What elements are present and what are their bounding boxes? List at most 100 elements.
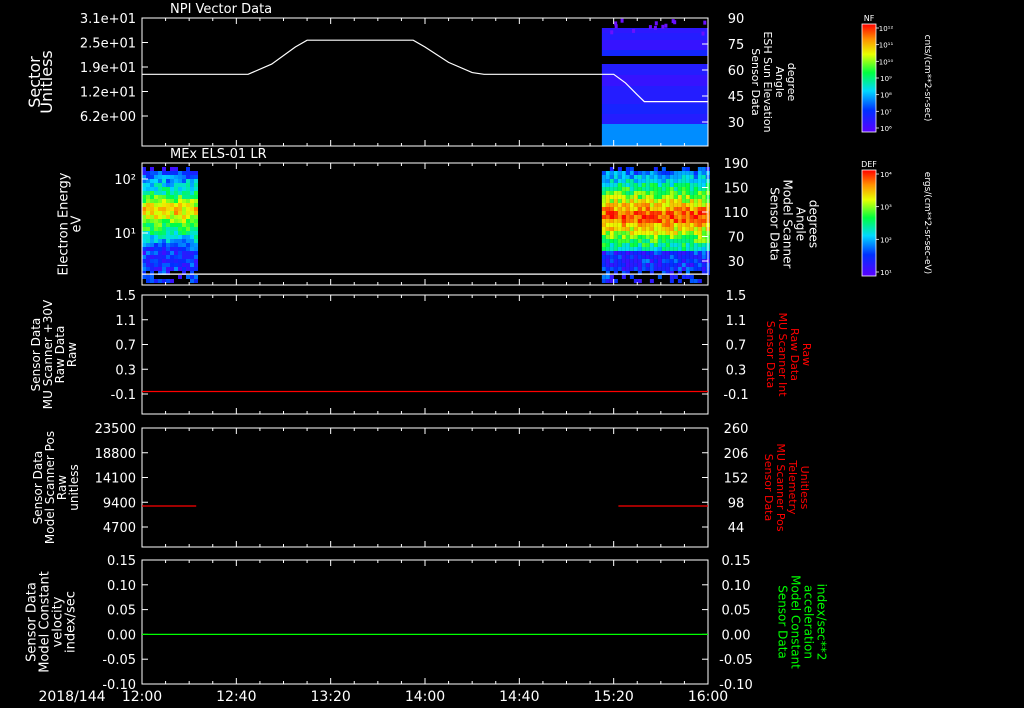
spectrogram-cell — [653, 263, 658, 267]
spectrogram-cell — [174, 211, 178, 215]
spectrogram-cell — [697, 167, 702, 171]
spectrogram-cell — [625, 227, 630, 231]
spectrogram-cell — [701, 31, 705, 36]
spectrogram-cell — [605, 191, 610, 195]
spectrogram-cell — [613, 243, 618, 247]
spectrogram-cell — [154, 243, 158, 247]
spectrogram-cell — [194, 263, 198, 267]
spectrogram-cell — [693, 223, 698, 227]
spectrogram-cell — [629, 255, 634, 259]
spectrogram-cell — [677, 203, 682, 207]
colorbar-tick-label: 10⁶ — [880, 125, 892, 133]
y-axis-label-right: Angle — [794, 207, 808, 241]
spectrogram-cell — [182, 231, 186, 235]
spectrogram-cell — [182, 183, 186, 187]
spectrogram-cell — [613, 263, 618, 267]
spectrogram-cell — [693, 171, 698, 175]
spectrogram-cell — [649, 247, 654, 251]
spectrogram-cell — [657, 215, 662, 219]
spectrogram-cell — [617, 243, 622, 247]
spectrogram-cell — [158, 207, 162, 211]
spectrogram-cell — [637, 215, 642, 219]
spectrogram-cell — [641, 191, 646, 195]
spectrogram-cell — [673, 235, 678, 239]
spectrogram-cell — [174, 259, 178, 263]
spectrogram-band — [601, 114, 708, 124]
spectrogram-cell — [645, 267, 650, 271]
spectrogram-cell — [150, 267, 154, 271]
spectrogram-cell — [162, 231, 166, 235]
spectrogram-cell — [657, 231, 662, 235]
y-tick-label-left: -0.05 — [102, 653, 136, 668]
y-tick-label-left: 4700 — [103, 521, 136, 536]
y-tick-label-right: 1.1 — [726, 314, 747, 329]
spectrogram-cell — [669, 199, 674, 203]
spectrogram-cell — [621, 203, 626, 207]
spectrogram-cell — [689, 227, 694, 231]
spectrogram-cell — [657, 247, 662, 251]
spectrogram-cell — [166, 239, 170, 243]
spectrogram-cell — [617, 263, 622, 267]
spectrogram-cell — [685, 191, 690, 195]
y-axis-label-left: unitless — [67, 464, 81, 510]
spectrogram-cell — [689, 195, 694, 199]
spectrogram-cell — [605, 231, 610, 235]
spectrogram-cell — [146, 195, 150, 199]
spectrogram-cell — [613, 211, 618, 215]
y-tick-label-left: 18800 — [95, 447, 136, 462]
y-tick-label-left: 0.15 — [107, 554, 136, 569]
spectrogram-cell — [605, 211, 610, 215]
spectrogram-cell — [174, 195, 178, 199]
spectrogram-cell — [649, 203, 654, 207]
spectrogram-cell — [601, 175, 606, 179]
y-tick-label-left: 10¹ — [114, 227, 136, 242]
spectrogram-cell — [701, 199, 706, 203]
spectrogram-cell — [701, 267, 706, 271]
spectrogram-cell — [186, 247, 190, 251]
spectrogram-cell — [142, 195, 146, 199]
spectrogram-cell — [681, 195, 686, 199]
spectrogram-cell — [162, 207, 166, 211]
spectrogram-cell — [701, 171, 706, 175]
spectrogram-cell — [142, 171, 146, 175]
spectrogram-cell — [693, 191, 698, 195]
spectrogram-cell — [653, 251, 658, 255]
y-axis-label-right: MU Scanner Pos — [774, 443, 787, 532]
spectrogram-cell — [142, 259, 146, 263]
spectrogram-cell — [170, 167, 174, 171]
spectrogram-cell — [186, 235, 190, 239]
spectrogram-cell — [170, 195, 174, 199]
spectrogram-cell — [158, 195, 162, 199]
spectrogram-cell — [617, 191, 622, 195]
spectrogram-cell — [665, 187, 670, 191]
spectrogram-cell — [182, 259, 186, 263]
y-axis-label-right: Raw Data — [788, 328, 801, 381]
colorbar — [862, 170, 876, 276]
spectrogram-cell — [649, 211, 654, 215]
spectrogram-cell — [194, 215, 198, 219]
spectrogram-cell — [677, 231, 682, 235]
spectrogram-cell — [645, 239, 650, 243]
spectrogram-cell — [633, 263, 638, 267]
spectrogram-cell — [174, 171, 178, 175]
spectrogram-cell — [170, 267, 174, 271]
spectrogram-cell — [166, 215, 170, 219]
spectrogram-cell — [613, 227, 618, 231]
spectrogram-cell — [158, 247, 162, 251]
spectrogram-cell — [641, 247, 646, 251]
spectrogram-cell — [162, 223, 166, 227]
spectrogram-cell — [653, 183, 658, 187]
spectrogram-cell — [693, 235, 698, 239]
spectrogram-cell — [601, 279, 606, 283]
spectrogram-cell — [665, 267, 670, 271]
spectrogram-cell — [681, 227, 686, 231]
spectrogram-cell — [150, 279, 154, 283]
spectrogram-cell — [617, 223, 622, 227]
spectrogram-cell — [621, 247, 626, 251]
spectrogram-cell — [166, 235, 170, 239]
spectrogram-cell — [190, 175, 194, 179]
spectrogram-cell — [685, 203, 690, 207]
spectrogram-cell — [657, 211, 662, 215]
spectrogram-cell — [150, 219, 154, 223]
spectrogram-cell — [661, 215, 666, 219]
